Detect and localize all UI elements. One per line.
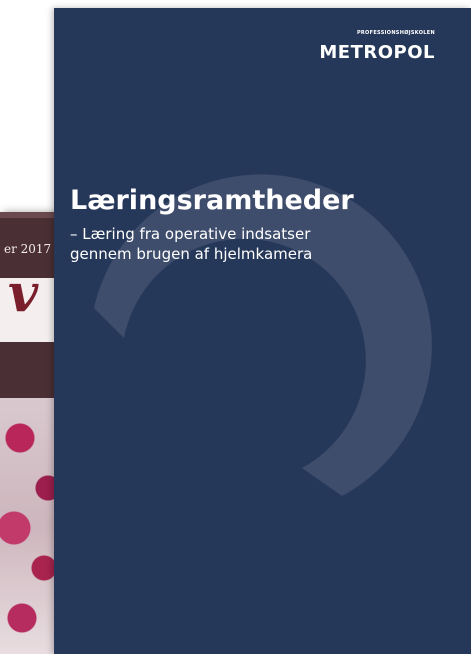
metropol-logo: METROPOL	[319, 42, 435, 63]
brand-tagline: PROFESSIONSHØJSKOLEN	[356, 30, 435, 36]
page-canvas: er 2017 v PROFESSIONSHØJSKOLEN METROPOL …	[0, 0, 471, 654]
arc-graphic	[94, 174, 432, 496]
cover-subtitle-line-1: – Læring fra operative indsatser	[70, 224, 311, 243]
title-block: Læringsramtheder – Læring fra operative …	[70, 186, 450, 264]
back-cover-masthead-letter: v	[8, 263, 39, 324]
front-booklet-cover: PROFESSIONSHØJSKOLEN METROPOL Læringsram…	[54, 8, 471, 654]
cover-subtitle-line-2: gennem brugen af hjelmkamera	[70, 244, 313, 263]
brand-block: PROFESSIONSHØJSKOLEN METROPOL	[319, 30, 435, 62]
back-cover-date: er 2017	[4, 242, 52, 256]
cover-title: Læringsramtheder	[70, 185, 354, 216]
